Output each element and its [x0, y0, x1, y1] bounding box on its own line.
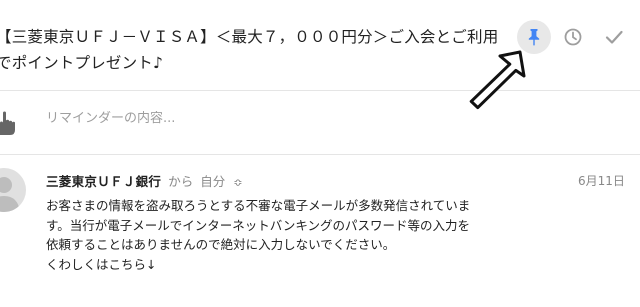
reminder-icon [0, 110, 18, 140]
message-body: お客さまの情報を盗み取ろうとする不審な電子メールが多数発信されていま す。当行が… [46, 196, 516, 274]
done-button[interactable] [597, 20, 631, 54]
body-line: す。当行が電子メールでインターネットバンキングのパスワード等の入力を [46, 217, 471, 233]
message-date: 6月11日 [578, 174, 625, 188]
recipient[interactable]: 自分 [200, 174, 225, 189]
check-icon [605, 30, 623, 44]
expand-details-icon[interactable]: ≎ [233, 176, 242, 189]
reminder-divider [0, 154, 640, 155]
from-label: から [168, 174, 194, 189]
email-subject: 【三菱東京ＵＦＪ－ＶＩＳＡ】＜最大７，０００円分＞ご入会とご利用でポイントプレゼ… [0, 28, 499, 72]
sender-name[interactable]: 三菱東京ＵＦＪ銀行 [46, 174, 161, 189]
reminder-input[interactable] [46, 111, 446, 126]
person-icon [0, 168, 26, 212]
annotation-arrow-icon [469, 50, 526, 110]
hand-icon [0, 111, 15, 135]
avatar[interactable] [0, 168, 26, 212]
clock-icon [564, 28, 582, 46]
pin-icon [528, 29, 540, 46]
body-line: くわしくはこちら↓ [46, 256, 157, 272]
snooze-button[interactable] [556, 20, 590, 54]
body-line: 依頼することはありませんので絶対に入力しないでください。 [46, 237, 396, 252]
subject-divider [0, 90, 640, 91]
sender-line: 三菱東京ＵＦＪ銀行 から 自分 ≎ [46, 171, 242, 190]
body-line: お客さまの情報を盗み取ろうとする不審な電子メールが多数発信されていま [46, 198, 471, 213]
